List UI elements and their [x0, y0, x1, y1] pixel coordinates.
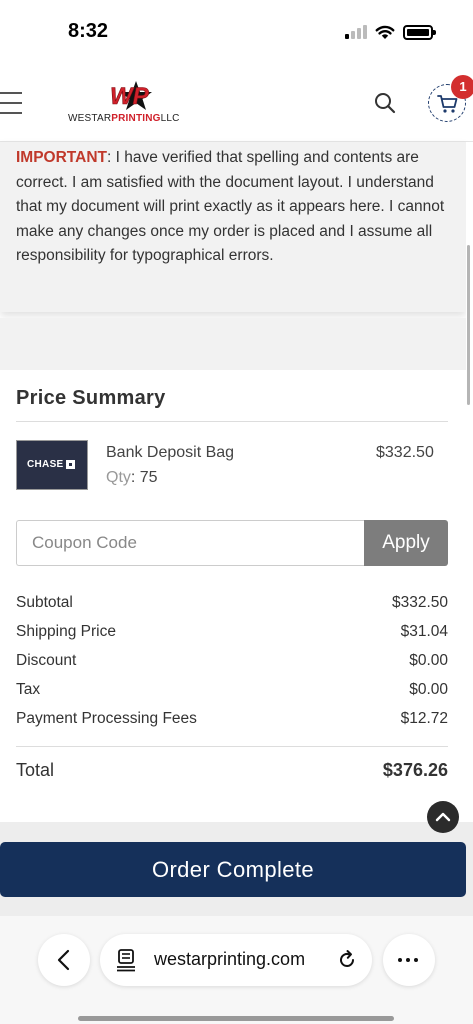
status-bar: 8:32 — [0, 0, 473, 64]
coupon-code-input[interactable] — [16, 520, 364, 566]
page-scroll-track — [466, 142, 473, 822]
hamburger-menu-icon[interactable] — [0, 92, 22, 114]
row-label: Shipping Price — [16, 623, 116, 640]
chevron-left-icon — [57, 949, 70, 971]
logo-text-prefix: WESTAR — [68, 113, 112, 124]
status-time: 8:32 — [68, 20, 109, 42]
product-name: Bank Deposit Bag — [106, 444, 235, 461]
reload-icon[interactable] — [336, 949, 358, 971]
thumbnail-brand: CHASE — [27, 459, 75, 470]
cellular-signal-icon — [345, 25, 367, 39]
product-price: $332.50 — [376, 444, 434, 461]
notice-text: IMPORTANT: I have verified that spelling… — [16, 146, 448, 269]
chase-logo-icon — [65, 459, 75, 469]
processing-fees-row: Payment Processing Fees $12.72 — [16, 710, 448, 734]
thumbnail-brand-text: CHASE — [27, 459, 64, 470]
shipping-row: Shipping Price $31.04 — [16, 623, 448, 647]
total-row: Total $376.26 — [16, 760, 448, 786]
order-complete-button[interactable]: Order Complete — [0, 842, 466, 897]
notice-body: : I have verified that spelling and cont… — [16, 149, 445, 264]
search-icon — [375, 93, 396, 114]
chevron-up-icon — [435, 812, 451, 822]
westar-logo[interactable]: WP WESTARPRINTINGLLC — [68, 80, 198, 126]
logo-star-mark: WP — [110, 81, 152, 110]
total-label: Total — [16, 760, 55, 780]
scroll-to-top-button[interactable] — [427, 801, 459, 833]
address-url: westarprinting.com — [154, 949, 306, 969]
address-bar[interactable]: westarprinting.com — [100, 934, 372, 986]
logo-text-suffix: LLC — [160, 113, 180, 124]
row-value: $0.00 — [409, 652, 448, 669]
tax-row: Tax $0.00 — [16, 681, 448, 705]
product-quantity: Qty: 75 — [106, 469, 158, 487]
notice-label: IMPORTANT — [16, 149, 107, 166]
svg-text:WP: WP — [110, 83, 150, 110]
price-summary: Price Summary CHASE Bank Deposit Bag Qty… — [0, 370, 466, 812]
row-value: $12.72 — [400, 710, 448, 727]
apply-coupon-button[interactable]: Apply — [364, 520, 448, 566]
qty-value: : 75 — [130, 469, 158, 486]
cart-count-badge: 1 — [451, 75, 473, 99]
subtotal-row: Subtotal $332.50 — [16, 594, 448, 618]
page-scrollbar[interactable] — [467, 245, 470, 405]
row-value: $31.04 — [400, 623, 448, 640]
row-value: $0.00 — [409, 681, 448, 698]
more-icon — [398, 958, 418, 962]
browser-toolbar: westarprinting.com — [0, 916, 473, 1024]
total-value: $376.26 — [382, 760, 448, 780]
battery-icon — [403, 24, 436, 40]
logo-text-highlight: PRINTING — [111, 113, 161, 124]
price-summary-title: Price Summary — [16, 387, 166, 409]
row-label: Payment Processing Fees — [16, 710, 197, 727]
site-header: WP WESTARPRINTINGLLC — [0, 64, 473, 142]
section-gap — [0, 318, 466, 370]
product-thumbnail[interactable]: CHASE — [16, 440, 88, 490]
more-options-button[interactable] — [383, 934, 435, 986]
qty-label: Qty — [106, 469, 131, 486]
important-notice: IMPORTANT: I have verified that spelling… — [0, 142, 466, 312]
discount-row: Discount $0.00 — [16, 652, 448, 676]
row-value: $332.50 — [391, 594, 448, 611]
row-label: Tax — [16, 681, 41, 698]
title-divider — [16, 421, 448, 422]
row-label: Subtotal — [16, 594, 73, 611]
page-icon — [117, 949, 135, 972]
home-indicator[interactable] — [78, 1016, 394, 1021]
wifi-icon — [375, 25, 395, 39]
logo-wordmark: WESTARPRINTINGLLC — [68, 113, 180, 124]
status-icons — [345, 24, 436, 40]
back-button[interactable] — [38, 934, 90, 986]
row-label: Discount — [16, 652, 77, 669]
search-button[interactable] — [372, 90, 398, 116]
total-divider — [16, 746, 448, 747]
